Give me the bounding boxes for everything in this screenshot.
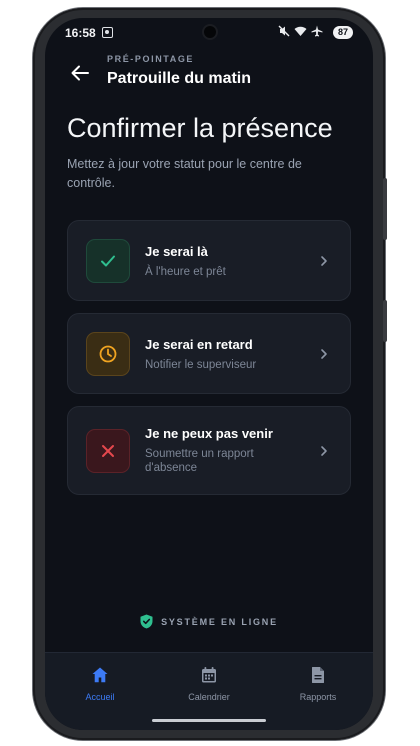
main-heading: Confirmer la présence [67,113,333,143]
status-bar: 16:58 87 [45,18,373,48]
option-icon-box [86,429,130,473]
status-icons [278,25,323,37]
document-icon [312,667,324,683]
option-late[interactable]: Je serai en retard Notifier le supervise… [67,313,351,394]
front-camera [204,26,216,38]
option-icon-box [86,239,130,283]
system-status: SYSTÈME EN LIGNE [45,614,373,629]
option-description: À l'heure et prêt [145,266,226,278]
status-time: 16:58 [65,26,96,40]
screen: 16:58 87 PRÉ-POINTAGE Patrouille du mati… [45,18,373,730]
option-title: Je serai en retard [145,337,253,352]
shield-check-icon [140,614,153,629]
chevron-right-icon [321,446,327,456]
option-absent[interactable]: Je ne peux pas venir Soumettre un rappor… [67,406,351,495]
nav-item-reports[interactable]: Rapports [273,665,363,702]
nav-item-calendar[interactable]: Calendrier [164,665,254,702]
option-on-time[interactable]: Je serai là À l'heure et prêt [67,220,351,301]
system-status-label: SYSTÈME EN LIGNE [161,616,278,627]
option-icon-box [86,332,130,376]
option-title: Je ne peux pas venir [145,426,273,441]
nav-item-home[interactable]: Accueil [55,665,145,702]
main-subtitle: Mettez à jour votre statut pour le centr… [67,157,302,190]
gesture-bar[interactable] [152,719,266,722]
option-title: Je serai là [145,244,208,259]
power-button [383,300,387,342]
calendar-icon [202,667,216,683]
back-arrow-icon[interactable] [69,62,91,84]
wifi-icon [294,26,307,36]
check-icon [101,255,115,267]
nav-label: Rapports [299,692,337,702]
volume-button [383,178,387,240]
close-icon [102,445,114,457]
option-description: Soumettre un rapport d'absence [145,448,254,474]
nav-label: Accueil [85,692,115,702]
battery-indicator: 87 [333,26,353,39]
airplane-icon [311,25,323,37]
header-overline: PRÉ-POINTAGE [107,54,195,64]
chevron-right-icon [321,349,327,359]
screenshot-icon [102,27,113,38]
nav-label: Calendrier [188,692,230,702]
page-title: Patrouille du matin [107,70,252,87]
mute-icon [278,25,290,37]
clock-icon [99,345,117,363]
option-description: Notifier le superviseur [145,359,257,371]
chevron-right-icon [321,256,327,266]
home-icon [92,667,108,683]
